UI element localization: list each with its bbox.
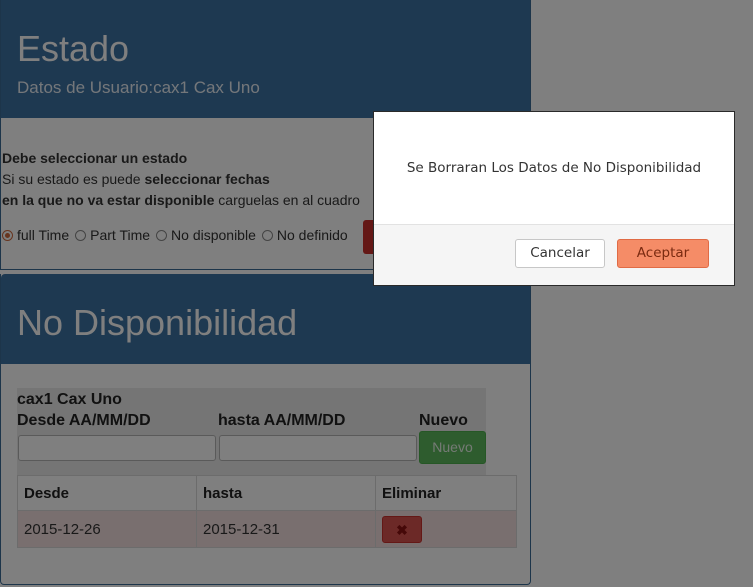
cancel-button[interactable]: Cancelar — [515, 239, 605, 268]
modal-backdrop[interactable] — [0, 0, 753, 587]
accept-button[interactable]: Aceptar — [617, 239, 709, 268]
confirm-message: Se Borraran Los Datos de No Disponibilid… — [406, 160, 702, 176]
confirm-dialog: Se Borraran Los Datos de No Disponibilid… — [373, 111, 735, 286]
confirm-dialog-body: Se Borraran Los Datos de No Disponibilid… — [374, 112, 734, 225]
confirm-dialog-footer: Cancelar Aceptar — [374, 225, 734, 285]
